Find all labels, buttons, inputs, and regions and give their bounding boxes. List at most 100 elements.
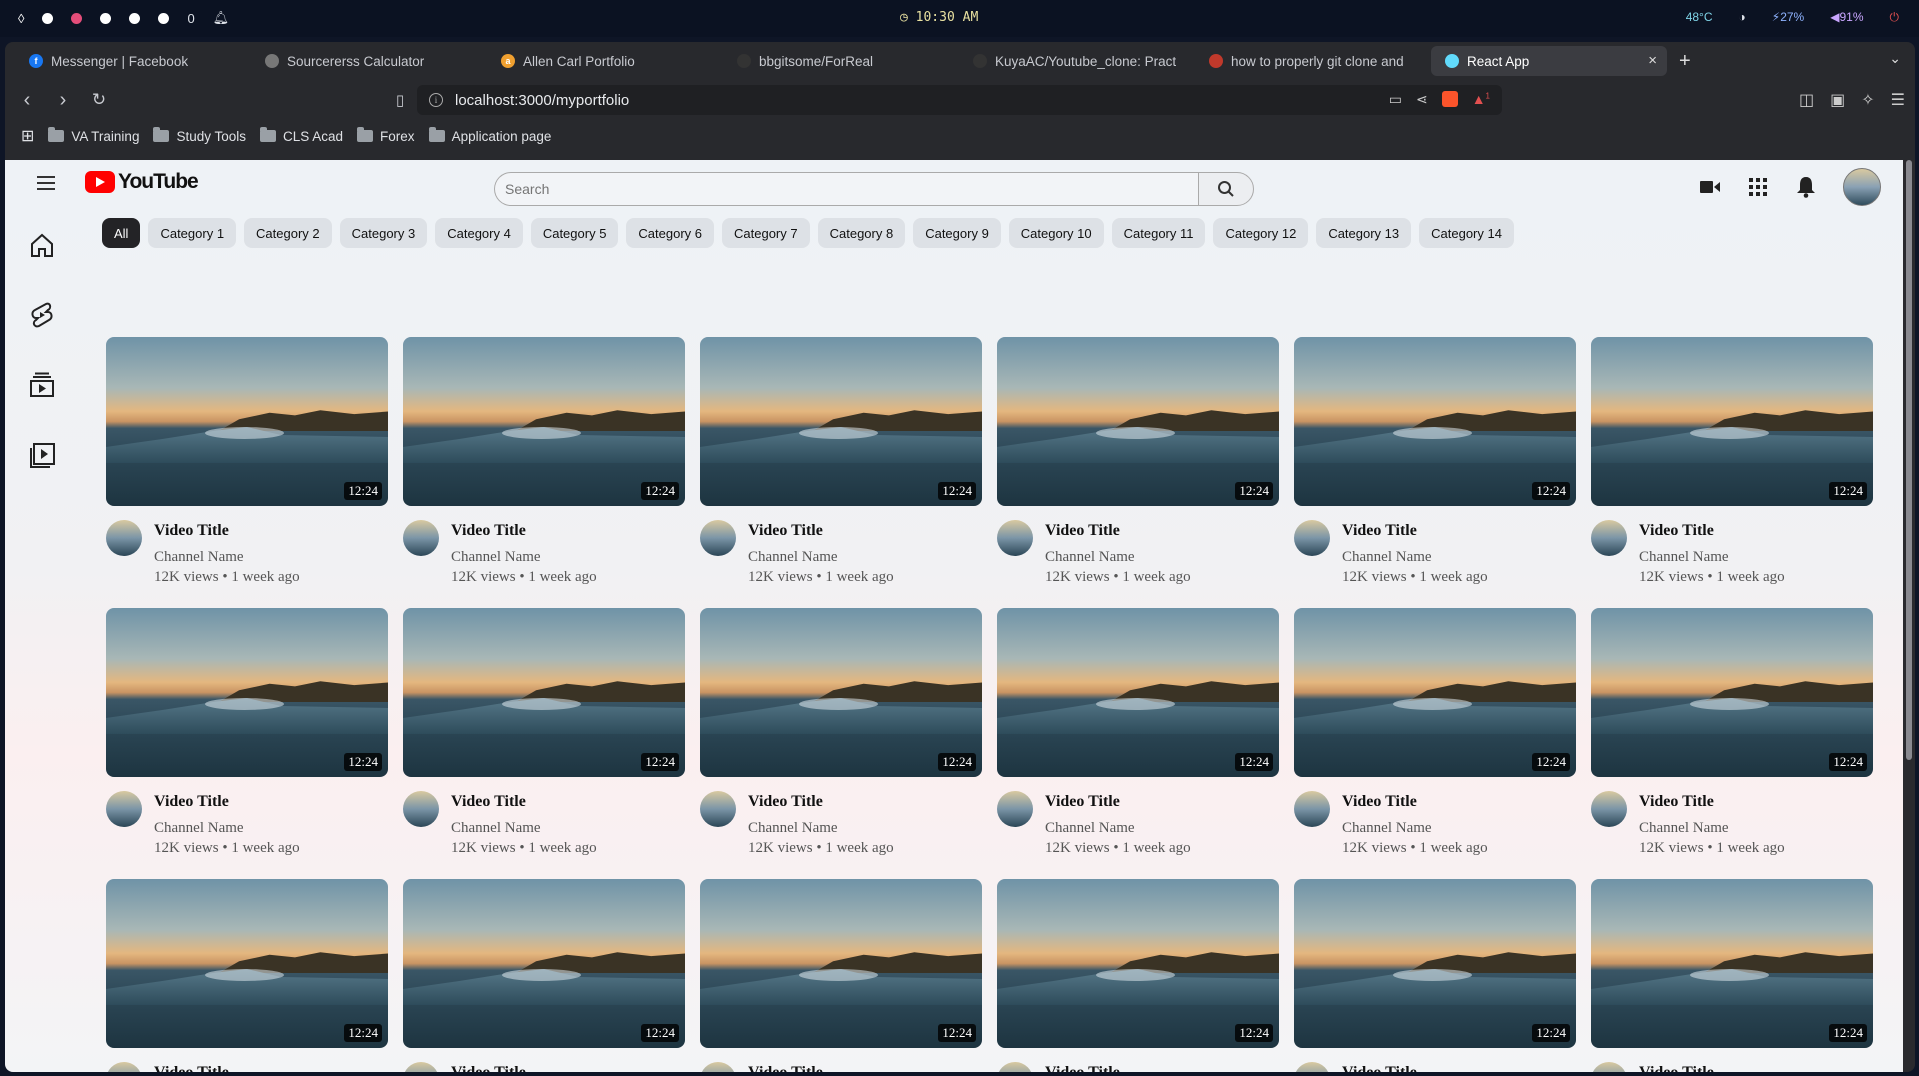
video-thumbnail[interactable]: 12:24 (1294, 337, 1576, 506)
video-card[interactable]: 12:24Video TitleChannel Name12K views • … (1294, 608, 1576, 857)
video-title[interactable]: Video Title (451, 793, 597, 811)
video-thumbnail[interactable]: 12:24 (1591, 608, 1873, 777)
channel-name[interactable]: Channel Name (1045, 820, 1191, 837)
video-card[interactable]: 12:24Video TitleChannel Name12K views • … (106, 879, 388, 1072)
video-thumbnail[interactable]: 12:24 (997, 879, 1279, 1048)
category-chip[interactable]: Category 11 (1111, 218, 1206, 248)
channel-avatar[interactable] (403, 791, 439, 827)
channel-avatar[interactable] (1294, 520, 1330, 556)
channel-name[interactable]: Channel Name (154, 549, 300, 566)
video-card[interactable]: 12:24Video TitleChannel Name12K views • … (403, 337, 685, 586)
bookmark-folder[interactable]: Study Tools (153, 127, 246, 144)
channel-name[interactable]: Channel Name (1342, 820, 1488, 837)
search-input[interactable] (494, 172, 1198, 206)
channel-avatar[interactable] (1294, 1062, 1330, 1072)
user-avatar[interactable] (1843, 168, 1881, 206)
category-chip[interactable]: Category 5 (530, 218, 619, 248)
channel-name[interactable]: Channel Name (451, 820, 597, 837)
video-thumbnail[interactable]: 12:24 (997, 608, 1279, 777)
workspace-dot[interactable] (71, 12, 83, 24)
video-thumbnail[interactable]: 12:24 (700, 608, 982, 777)
video-title[interactable]: Video Title (748, 522, 894, 540)
video-title[interactable]: Video Title (1639, 522, 1785, 540)
video-card[interactable]: 12:24Video TitleChannel Name12K views • … (1294, 879, 1576, 1072)
category-chip[interactable]: All (102, 218, 141, 248)
apps-icon[interactable] (1747, 176, 1769, 198)
video-thumbnail[interactable]: 12:24 (700, 337, 982, 506)
video-title[interactable]: Video Title (451, 522, 597, 540)
library-icon[interactable] (27, 440, 57, 470)
video-thumbnail[interactable]: 12:24 (403, 608, 685, 777)
bell-icon[interactable]: 🔔︎ (213, 10, 230, 26)
category-chip[interactable]: Category 8 (817, 218, 906, 248)
video-card[interactable]: 12:24Video TitleChannel Name12K views • … (1591, 879, 1873, 1072)
shorts-icon[interactable] (27, 300, 57, 330)
category-chip[interactable]: Category 2 (244, 218, 332, 248)
volume-level[interactable]: ◀91% (1830, 10, 1863, 25)
category-chip[interactable]: Category 6 (626, 218, 715, 248)
video-thumbnail[interactable]: 12:24 (1591, 337, 1873, 506)
close-tab-icon[interactable]: × (1648, 52, 1657, 69)
video-card[interactable]: 12:24Video TitleChannel Name12K views • … (403, 608, 685, 857)
browser-tab[interactable]: f Messenger | Facebook (15, 46, 251, 76)
video-title[interactable]: Video Title (1045, 793, 1191, 811)
channel-avatar[interactable] (700, 1062, 736, 1072)
bookmark-folder[interactable]: CLS Acad (260, 127, 343, 144)
channel-name[interactable]: Channel Name (748, 820, 894, 837)
leo-ai-icon[interactable]: ✧ (1861, 90, 1874, 110)
subscriptions-icon[interactable] (27, 370, 57, 400)
bookmark-folder[interactable]: Forex (357, 127, 415, 144)
share-icon[interactable]: ⋖ (1416, 91, 1428, 108)
back-button[interactable]: ‹ (13, 86, 41, 114)
youtube-logo[interactable]: YouTube (85, 170, 199, 194)
tab-search-icon[interactable]: ⌄ (1889, 50, 1901, 67)
video-title[interactable]: Video Title (154, 522, 300, 540)
channel-avatar[interactable] (1294, 791, 1330, 827)
channel-avatar[interactable] (997, 520, 1033, 556)
wallet-icon[interactable]: ▣ (1830, 90, 1845, 110)
video-thumbnail[interactable]: 12:24 (106, 337, 388, 506)
video-card[interactable]: 12:24Video TitleChannel Name12K views • … (1591, 608, 1873, 857)
video-title[interactable]: Video Title (1342, 522, 1488, 540)
hamburger-menu-icon[interactable] (37, 176, 55, 190)
channel-avatar[interactable] (1591, 1062, 1627, 1072)
video-card[interactable]: 12:24Video TitleChannel Name12K views • … (106, 337, 388, 586)
video-title[interactable]: Video Title (1045, 1064, 1191, 1072)
workspace-dot[interactable] (129, 12, 141, 24)
video-thumbnail[interactable]: 12:24 (1591, 879, 1873, 1048)
power-icon[interactable]: ⏻ (1890, 10, 1900, 25)
channel-name[interactable]: Channel Name (1639, 820, 1785, 837)
channel-avatar[interactable] (997, 1062, 1033, 1072)
workspace-dot[interactable] (100, 12, 112, 24)
video-card[interactable]: 12:24Video TitleChannel Name12K views • … (997, 879, 1279, 1072)
channel-avatar[interactable] (106, 520, 142, 556)
home-icon[interactable] (27, 230, 57, 260)
video-title[interactable]: Video Title (1639, 1064, 1785, 1072)
channel-name[interactable]: Channel Name (1639, 549, 1785, 566)
video-thumbnail[interactable]: 12:24 (700, 879, 982, 1048)
browser-tab[interactable]: how to properly git clone and (1195, 46, 1431, 76)
channel-name[interactable]: Channel Name (748, 549, 894, 566)
video-title[interactable]: Video Title (748, 1064, 894, 1072)
video-title[interactable]: Video Title (451, 1064, 597, 1072)
launcher-icon[interactable]: ◊ (18, 11, 24, 26)
video-title[interactable]: Video Title (154, 793, 300, 811)
create-video-icon[interactable] (1699, 176, 1721, 198)
video-title[interactable]: Video Title (748, 793, 894, 811)
page-scrollbar[interactable] (1903, 160, 1915, 1072)
channel-avatar[interactable] (106, 1062, 142, 1072)
cast-icon[interactable]: ▭ (1389, 91, 1402, 108)
category-chip[interactable]: Category 12 (1213, 218, 1309, 248)
video-thumbnail[interactable]: 12:24 (106, 608, 388, 777)
brave-rewards-icon[interactable]: ▲1 (1472, 91, 1490, 108)
workspace-dot[interactable] (42, 12, 54, 24)
video-title[interactable]: Video Title (1639, 793, 1785, 811)
channel-avatar[interactable] (403, 1062, 439, 1072)
notifications-bell-icon[interactable] (1795, 176, 1817, 198)
bookmark-folder[interactable]: VA Training (48, 127, 139, 144)
video-card[interactable]: 12:24Video TitleChannel Name12K views • … (1294, 337, 1576, 586)
forward-button[interactable]: › (49, 86, 77, 114)
category-chip[interactable]: Category 9 (913, 218, 1001, 248)
channel-name[interactable]: Channel Name (1342, 549, 1488, 566)
channel-avatar[interactable] (997, 791, 1033, 827)
